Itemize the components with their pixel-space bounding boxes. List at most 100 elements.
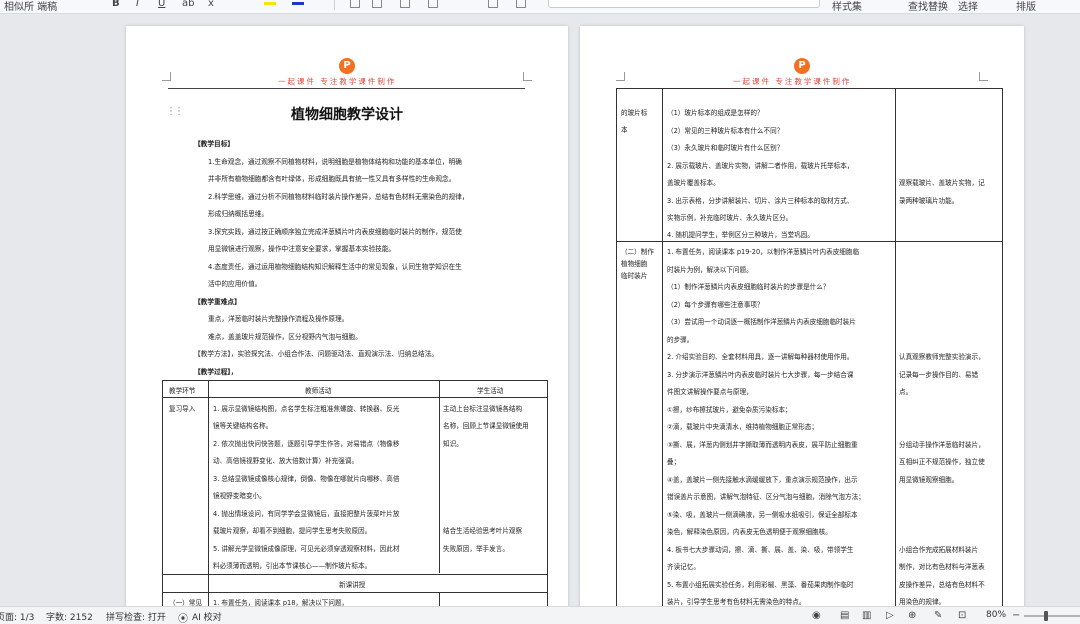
ai-proofread-button[interactable]: AI 校对 [192,610,222,623]
highlight-color-icon[interactable] [264,2,276,5]
lesson-table-continued[interactable]: 的玻片标 本 （1）玻片标本的组成是怎样的？ （2）常见的三种玻片标本有什么不同… [616,88,1003,606]
student-line[interactable]: 知识。 [443,438,463,448]
teacher-line[interactable]: （2）每个步骤有哪些注意事项？ [667,299,764,309]
teacher-line[interactable]: 叠； [667,456,680,466]
teacher-line[interactable]: 时装片为例，解决以下问题。 [667,264,753,274]
align-right-icon[interactable] [400,0,410,8]
teacher-line[interactable]: 盖玻片覆盖标本。 [667,177,720,187]
teacher-line[interactable]: 1. 布置任务，阅读课本 p18，解决以下问题， [213,597,348,606]
student-line[interactable]: 分组动手操作洋葱临时装片， [899,439,985,449]
teacher-line[interactable]: 齐读记忆。 [667,561,700,571]
section-heading[interactable]: 【教学重难点】 [194,296,241,306]
teacher-line[interactable]: 实物示例，补充临时玻片、永久玻片区分。 [667,212,792,222]
zoom-slider[interactable] [1024,615,1080,617]
body-line[interactable]: 并非所有植物细胞都含有叶绿体，形成细胞既具有统一性又具有多样性的生命观念。 [208,173,455,183]
teacher-line[interactable]: 2. 展示载玻片、盖玻片实物，讲解二者作用，载玻片托举标本， [667,160,853,170]
align-left-icon[interactable] [350,0,360,8]
body-line[interactable]: 重点，洋葱临时装片完整操作流程及操作原理。 [208,313,348,323]
zoom-out-icon[interactable]: − [1012,610,1020,621]
table-cell-stage[interactable]: （一）常见 [169,597,202,606]
teacher-line[interactable]: 载玻片观察，却看不到细胞，提问学生思考失败原因。 [213,525,371,535]
table-cell-stage[interactable]: （二）制作 [621,246,654,256]
body-line[interactable]: 2.科学思维，通过分析不同植物材料临时装片操作差异，总结有色材料无需染色的规律， [208,191,469,201]
select-button[interactable]: 选择 [958,0,978,13]
teacher-line[interactable]: ④盖，盖玻片一侧先接触水滴缓缓放下，重点演示规范操作，出示 [667,474,858,484]
teacher-line[interactable]: 5. 讲解光学显微镜成像原理，可见光必须穿透观察材料，因此材 [213,543,399,553]
teacher-line[interactable]: 错误盖片示意图，讲解气泡特征、区分气泡与细胞，消除气泡方法； [667,491,865,501]
table-cell-stage[interactable]: 植物细胞 [621,258,647,268]
teacher-line[interactable]: 3. 总结显微镜成像核心规律，倒像、物像在哪就片向哪移、高倍 [213,473,399,483]
body-line[interactable]: 用显微镜进行观察，操作中注意安全要求，掌握基本实验技能。 [208,243,395,253]
teacher-line[interactable]: 4. 抛出情境设问，有同学学会显微镜后，直接把整片菠菜叶片放 [213,508,399,518]
teacher-line[interactable]: 装片，引导学生思考有色材料无需染色的特点。 [667,596,805,606]
fit-page-icon[interactable]: ⊡ [958,610,966,621]
teacher-line[interactable]: 2. 依次抛出快问快答题，逐题引导学生作答，对易错点（物像移 [213,438,399,448]
teacher-line[interactable]: （3）尝试用一个动词逐一概括制作洋葱鳞片内表皮细胞临时装片 [667,316,856,326]
zoom-level[interactable]: 80% [986,610,1006,620]
teacher-line[interactable]: 5. 布置小组拓展实验任务，利用彩椒、黑藻、番茄果肉制作临时 [667,579,853,589]
document-page-2[interactable]: P 一起课件 专注教学课件制作 的玻片标 本 （1）玻片标本的组成是怎样的？ （… [580,26,1024,606]
justify-icon[interactable] [428,0,438,8]
teacher-line[interactable]: 镜等关键结构名称。 [213,420,272,430]
play-icon[interactable]: ▷ [886,610,894,621]
table-cell-stage[interactable]: 临时装片 [621,270,647,280]
layout-button[interactable]: 排版 [1016,0,1036,13]
student-line[interactable]: 认真观察教师完整实验演示， [899,351,985,361]
body-line[interactable]: 形成归纳概括思维。 [208,208,268,218]
italic-button[interactable]: I [136,0,139,9]
spell-check-toggle[interactable]: 拼写检查: 打开 [106,610,166,623]
teacher-line[interactable]: ②滴，载玻片中央滴清水，维持植物细胞正常形态； [667,421,818,431]
lesson-table[interactable]: 教学环节 教师活动 学生活动 复习导入 1. 展示显微镜结构图，点名学生标注粗准… [162,380,548,606]
teacher-line[interactable]: 染色，解释染色原因，内表皮无色透明便于观察细胞核。 [667,526,832,536]
section-heading[interactable]: 【教学过程】， [194,366,237,376]
table-cell-stage[interactable]: 的玻片标 [621,107,647,117]
teacher-line[interactable]: （1）制作洋葱鳞片内表皮细胞临时装片的步骤是什么？ [667,281,829,291]
align-center-icon[interactable] [372,0,382,8]
table-cell-stage[interactable]: 复习导入 [169,403,195,413]
teacher-line[interactable]: 4. 随机提问学生，举例区分三种玻片，当堂巩固。 [667,229,814,239]
style-set-button[interactable]: 样式集 [832,0,862,13]
document-page-1[interactable]: P 一起课件 专注教学课件制作 ⋮⋮ 植物细胞教学设计 【教学目标】 1.生命观… [126,26,568,606]
find-replace-button[interactable]: 查找替换 [908,0,948,13]
teacher-line[interactable]: 动、高倍镜视野变化、放大倍数计算）补充强调。 [213,455,358,465]
teacher-line[interactable]: 3. 出示表格，分步讲解装片、切片、涂片三种标本的取材方式、 [667,195,853,205]
style-gallery[interactable] [548,0,820,8]
teacher-line[interactable]: ③撕、展，洋葱内侧划井字撕取薄而透明内表皮，展平防止细胞重 [667,439,858,449]
teacher-line[interactable]: 3. 分步演示洋葱鳞片叶内表皮临时装片七大步骤，每一步结合课 [667,369,853,379]
word-count[interactable]: 字数: 2152 [46,610,93,623]
teacher-line[interactable]: 的步骤。 [667,334,693,344]
student-line[interactable]: 用显微镜观察细胞。 [899,474,958,484]
body-line[interactable]: 3.探究实践，通过按正确顺序独立完成洋葱鳞片叶内表皮细胞临时装片的制作，规范使 [208,226,462,236]
teacher-line[interactable]: （1）玻片标本的组成是怎样的？ [667,107,764,117]
student-line[interactable]: 用染色的规律。 [899,596,945,606]
pen-icon[interactable]: ✎ [934,610,942,621]
teacher-line[interactable]: 料必须薄而透明，引出本节课核心——制作玻片标本。 [213,560,371,570]
student-line[interactable]: 录两种玻璃片功能。 [899,195,958,205]
teacher-line[interactable]: ⑤染、吸，盖玻片一侧滴碘液，另一侧吸水纸吸引，保证全部标本 [667,509,858,519]
strikethrough-button[interactable]: ab [182,0,194,9]
zoom-slider-handle[interactable] [1044,611,1048,621]
section-row-label[interactable]: 新课讲授 [339,579,365,589]
document-canvas[interactable]: P 一起课件 专注教学课件制作 ⋮⋮ 植物细胞教学设计 【教学目标】 1.生命观… [0,14,1080,606]
student-line[interactable]: 失败原因，举手发言。 [443,543,509,553]
body-line[interactable]: 1.生命观念，通过观察不同植物材料，说明细胞是植物体结构和功能的基本单位，明确 [208,156,462,166]
student-line[interactable]: 记录每一步操作目的、易错 [899,369,978,379]
student-line[interactable]: 主动上台标注显微镜各结构 [443,403,522,413]
section-heading[interactable]: 【教学目标】 [194,138,234,148]
student-line[interactable]: 互相纠正不规范操作，独立使 [899,456,985,466]
student-line[interactable]: 小组合作完成拓展材料装片 [899,544,978,554]
teacher-line[interactable]: （3）永久玻片和临时玻片有什么区别？ [667,142,783,152]
student-line[interactable]: 制作，对比有色材料与洋葱表 [899,561,985,571]
teacher-line[interactable]: （2）常见的三种玻片标本有什么不同？ [667,125,783,135]
student-line[interactable]: 结合生活经验思考叶片观察 [443,525,522,535]
page-view-icon[interactable]: ▤ [840,610,849,621]
student-line[interactable]: 点。 [899,386,912,396]
border-icon[interactable] [516,0,526,8]
font-color-icon[interactable] [292,2,304,5]
teacher-line[interactable]: 1. 展示显微镜结构图，点名学生标注粗准焦螺旋、转换器、反光 [213,403,399,413]
teacher-line[interactable]: 件图文讲解操作要点与原理， [667,386,753,396]
teacher-line[interactable]: 4. 板书七大步骤动词，擦、滴、撕、展、盖、染、吸，带领学生 [667,544,853,554]
section-heading[interactable]: 【教学方法】，实验探究法、小组合作法、问题驱动法、直观演示法、归纳总结法。 [194,348,438,358]
page-indicator[interactable]: 页面: 1/3 [0,610,34,623]
student-line[interactable]: 皮操作差异，总结有色材料不 [899,579,985,589]
